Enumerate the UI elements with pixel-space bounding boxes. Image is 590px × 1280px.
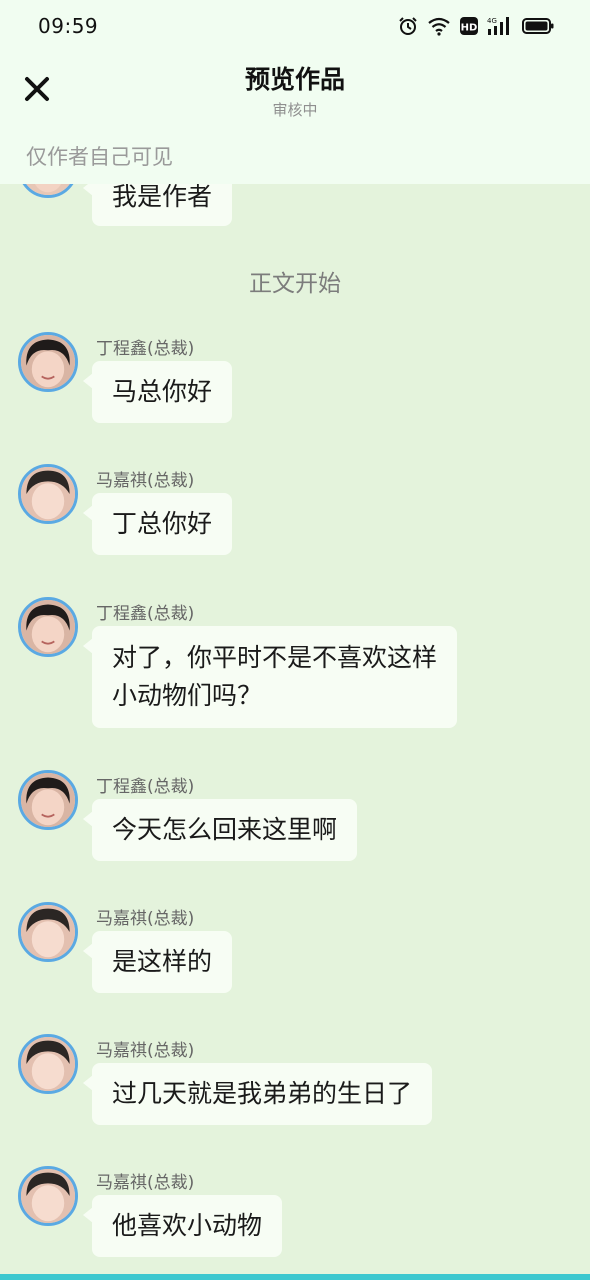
status-icons: HD 4G [398, 14, 554, 38]
message-text: 是这样的 [112, 947, 213, 976]
message-text: 今天怎么回来这里啊 [112, 815, 338, 844]
hd-label: HD [461, 23, 478, 34]
alarm-icon [399, 17, 417, 35]
message-text-line2: 小动物们吗？ [112, 681, 263, 710]
message-bubble: 过几天就是我弟弟的生日了 [82, 1063, 433, 1125]
avatar[interactable] [18, 1166, 78, 1226]
header: 09:59 HD 4G 预览作品 审核中 仅作者自己可见 [0, 0, 590, 184]
message-bubble: 他喜欢小动物 [82, 1195, 283, 1257]
visibility-note: 仅作者自己可见 [26, 145, 173, 169]
sender-name: 丁程鑫(总裁) [96, 339, 195, 359]
message-bubble: 今天怎么回来这里啊 [82, 799, 358, 861]
battery-icon [522, 18, 554, 34]
message-bubble: 马总你好 [82, 361, 233, 423]
status-bar: 09:59 HD 4G [0, 0, 590, 52]
avatar[interactable] [18, 770, 78, 830]
network-label: 4G [487, 17, 497, 25]
message-bubble: 是这样的 [82, 931, 233, 993]
content-start-divider: 正文开始 [249, 271, 341, 297]
sender-name: 丁程鑫(总裁) [96, 604, 195, 624]
message-text: 过几天就是我弟弟的生日了 [112, 1079, 413, 1108]
status-time: 09:59 [38, 14, 99, 38]
signal-icon: 4G [487, 17, 509, 35]
message-bubble: 对了，你平时不是不喜欢这样 小动物们吗？ [82, 626, 458, 728]
avatar[interactable] [18, 902, 78, 962]
avatar[interactable] [18, 1034, 78, 1094]
message-bubble: 丁总你好 [82, 493, 233, 555]
wifi-icon [428, 17, 450, 36]
sender-name: 马嘉祺(总裁) [96, 1173, 195, 1193]
message-text: 他喜欢小动物 [112, 1211, 263, 1240]
message-text: 马总你好 [112, 377, 213, 406]
page-title: 预览作品 [244, 65, 345, 94]
sender-name: 马嘉祺(总裁) [96, 471, 195, 491]
sender-name: 丁程鑫(总裁) [96, 777, 195, 797]
sender-name: 马嘉祺(总裁) [96, 1041, 195, 1061]
hd-icon: HD [460, 17, 478, 35]
message-text: 丁总你好 [112, 509, 213, 538]
avatar[interactable] [18, 597, 78, 657]
review-status: 审核中 [272, 101, 318, 119]
bottom-accent-bar [0, 1274, 590, 1280]
sender-name: 马嘉祺(总裁) [96, 909, 195, 929]
author-message-text: 我是作者 [112, 182, 213, 211]
avatar[interactable] [18, 464, 78, 524]
avatar[interactable] [18, 332, 78, 392]
message-text: 对了，你平时不是不喜欢这样 [112, 643, 438, 672]
